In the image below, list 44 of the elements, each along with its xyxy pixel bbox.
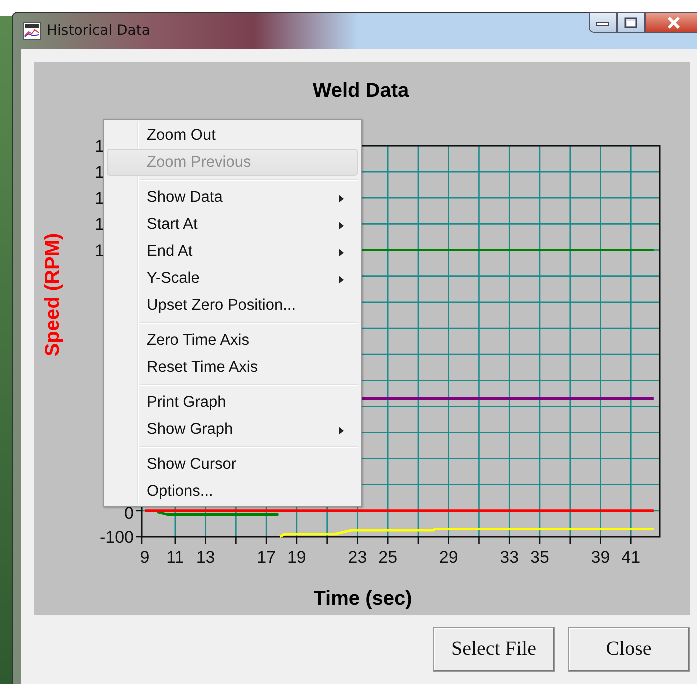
x-tick-label: 19 — [287, 548, 306, 567]
close-icon — [666, 16, 682, 30]
y-tick-label: -100 — [100, 528, 134, 547]
x-tick-label: 33 — [500, 548, 520, 567]
menu-item[interactable]: Zoom Out — [107, 122, 358, 149]
x-tick-label: 13 — [196, 548, 216, 567]
dialog-button[interactable]: Select File — [433, 627, 555, 672]
maximize-icon — [624, 16, 638, 28]
x-tick-label: 25 — [378, 548, 398, 567]
menu-item[interactable]: End At — [107, 238, 358, 265]
menu-item[interactable]: Zero Time Axis — [107, 327, 358, 354]
menu-item[interactable]: Options... — [107, 478, 358, 505]
menu-item[interactable]: Start At — [107, 211, 358, 238]
x-tick-label: 39 — [591, 548, 610, 567]
menu-item[interactable]: Reset Time Axis — [107, 354, 358, 381]
menu-item[interactable]: Show Data — [107, 184, 358, 211]
chart-app-icon — [23, 22, 41, 40]
menu-item[interactable]: Y-Scale — [107, 265, 358, 292]
close-button[interactable] — [645, 12, 697, 33]
chart-title: Weld Data — [312, 80, 410, 102]
y-tick-label: 1 — [95, 163, 104, 182]
y-tick-label: 1 — [95, 137, 104, 156]
dialog-button[interactable]: Close — [568, 627, 690, 672]
minimize-button[interactable] — [589, 12, 617, 33]
y-tick-label: 1 — [95, 241, 104, 260]
x-tick-label: 23 — [348, 548, 368, 567]
maximize-button[interactable] — [617, 12, 645, 33]
menu-item[interactable]: Show Graph — [107, 416, 358, 443]
y-tick-label: 1 — [95, 189, 104, 208]
x-tick-label: 35 — [530, 548, 550, 567]
menu-item[interactable]: Show Cursor — [107, 451, 358, 478]
menu-item[interactable]: Print Graph — [107, 389, 358, 416]
x-tick-label: 17 — [257, 548, 276, 567]
x-tick-label: 29 — [439, 548, 458, 567]
menu-item[interactable]: Upset Zero Position... — [107, 292, 358, 319]
x-tick-label: 11 — [166, 548, 184, 567]
minimize-icon — [596, 20, 610, 26]
y-axis-label: Speed (RPM) — [42, 233, 64, 357]
x-tick-label: 41 — [622, 548, 641, 567]
y-tick-label: 1 — [95, 215, 104, 234]
y-tick-label: 0 — [124, 504, 134, 523]
x-tick-label: 9 — [140, 548, 150, 567]
x-axis-label: Time (sec) — [314, 588, 412, 610]
window-title: Historical Data — [47, 23, 150, 39]
